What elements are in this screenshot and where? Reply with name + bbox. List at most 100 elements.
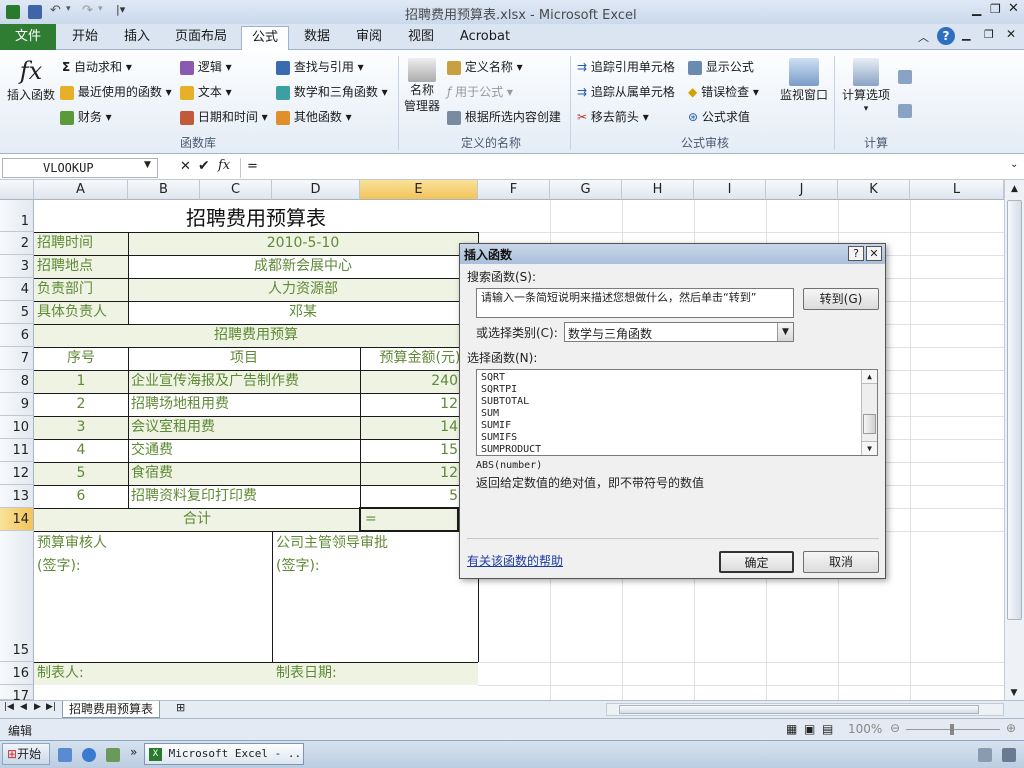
item-amount[interactable]: 12 [362, 462, 458, 484]
help-icon[interactable]: ? [937, 27, 955, 45]
column-header-j[interactable]: J [766, 180, 838, 200]
prev-sheet-icon[interactable]: ◀ [20, 702, 27, 712]
row-header-5[interactable]: 5 [0, 301, 34, 324]
sheet-title[interactable]: 招聘费用预算表 [34, 204, 478, 232]
cell-a4[interactable]: 负责部门 [37, 278, 93, 300]
item-no[interactable]: 6 [34, 485, 128, 507]
row-header-10[interactable]: 10 [0, 416, 34, 439]
define-name-button[interactable]: 定义名称 ▾ [447, 58, 523, 76]
item-amount[interactable]: 240 [362, 370, 458, 392]
insert-function-button[interactable]: fx 插入函数 [4, 56, 58, 112]
close-icon[interactable]: ✕ [1008, 1, 1019, 16]
row-header-17[interactable]: 17 [0, 685, 34, 704]
cell-b5[interactable]: 邓某 [128, 301, 478, 323]
dialog-close-icon[interactable]: ✕ [866, 246, 882, 261]
search-function-input[interactable]: 请输入一条简短说明来描述您想做什么，然后单击“转到” [476, 288, 794, 318]
watch-window-button[interactable]: 监视窗口 [776, 56, 832, 116]
restore-icon[interactable]: ❐ [990, 2, 1001, 16]
function-list[interactable]: SQRT SQRTPI SUBTOTAL SUM SUMIF SUMIFS SU… [476, 369, 878, 456]
excel-app-icon[interactable] [6, 5, 20, 19]
total-label[interactable]: 合计 [34, 508, 360, 530]
dialog-help-icon[interactable]: ? [848, 246, 864, 261]
reviewer-sign[interactable]: (签字): [37, 555, 81, 577]
row-header-4[interactable]: 4 [0, 278, 34, 301]
customize-toolbar-icon[interactable]: |▾ [116, 3, 125, 16]
row-header-13[interactable]: 13 [0, 485, 34, 508]
name-manager-button[interactable]: 名称 管理器 [402, 56, 442, 126]
row-header-11[interactable]: 11 [0, 439, 34, 462]
recent-functions-button[interactable]: 最近使用的函数 ▾ [60, 83, 172, 101]
tray-volume-icon[interactable] [1002, 748, 1016, 762]
cell-b3[interactable]: 成都新会展中心 [128, 255, 478, 277]
text-button[interactable]: 文本 ▾ [180, 83, 232, 101]
tab-data[interactable]: 数据 [294, 26, 340, 50]
cell-e14[interactable]: = [365, 508, 377, 530]
workbook-restore-icon[interactable]: ❐ [984, 28, 994, 41]
item-amount[interactable]: 14 [362, 416, 458, 438]
item-amount[interactable]: 5 [362, 485, 458, 507]
cancel-button[interactable]: 取消 [803, 551, 879, 573]
item-amount[interactable]: 15 [362, 439, 458, 461]
reviewer-label[interactable]: 预算审核人 [37, 532, 107, 554]
item-name[interactable]: 食宿费 [131, 462, 173, 484]
redo-icon[interactable]: ↷ [82, 3, 93, 18]
expand-formula-bar-icon[interactable]: ⌄ [1010, 159, 1018, 170]
use-in-formula-button[interactable]: ƒ 用于公式 ▾ [447, 83, 513, 101]
page-break-view-icon[interactable]: ▤ [822, 722, 833, 736]
column-header-g[interactable]: G [550, 180, 622, 200]
calculate-now-icon[interactable] [898, 70, 912, 84]
preparer-label[interactable]: 制表人: [37, 662, 84, 684]
category-select[interactable]: 数学与三角函数 ▼ [564, 322, 794, 342]
header-no[interactable]: 序号 [34, 347, 128, 369]
show-formulas-button[interactable]: 显示公式 [688, 58, 754, 76]
row-header-2[interactable]: 2 [0, 232, 34, 255]
item-amount[interactable]: 12 [362, 393, 458, 415]
item-no[interactable]: 4 [34, 439, 128, 461]
trace-dependents-button[interactable]: ⇉ 追踪从属单元格 [577, 83, 675, 101]
item-no[interactable]: 3 [34, 416, 128, 438]
column-header-k[interactable]: K [838, 180, 910, 200]
prep-date-label[interactable]: 制表日期: [276, 662, 337, 684]
item-name[interactable]: 交通费 [131, 439, 173, 461]
item-no[interactable]: 5 [34, 462, 128, 484]
row-header-8[interactable]: 8 [0, 370, 34, 393]
tab-view[interactable]: 视图 [398, 26, 444, 50]
tab-review[interactable]: 审阅 [346, 26, 392, 50]
browser-icon[interactable] [82, 748, 96, 762]
row-header-6[interactable]: 6 [0, 324, 34, 347]
formula-input[interactable]: = [240, 158, 1010, 178]
column-header-d[interactable]: D [272, 180, 360, 200]
dialog-title-bar[interactable]: 插入函数 ? ✕ [460, 244, 885, 264]
minimize-ribbon-icon[interactable]: ︿ [918, 29, 929, 45]
list-item[interactable]: SUMIFS [481, 432, 873, 444]
row-header-7[interactable]: 7 [0, 347, 34, 370]
zoom-slider-thumb[interactable] [950, 724, 954, 735]
row-header-12[interactable]: 12 [0, 462, 34, 485]
item-no[interactable]: 1 [34, 370, 128, 392]
row-header-3[interactable]: 3 [0, 255, 34, 278]
item-name[interactable]: 会议室租用费 [131, 416, 215, 438]
calculate-sheet-icon[interactable] [898, 104, 912, 118]
list-item[interactable]: SQRT [481, 372, 873, 384]
create-from-selection-button[interactable]: 根据所选内容创建 [447, 108, 561, 126]
remove-arrows-button[interactable]: ✂ 移去箭头 ▾ [577, 108, 649, 126]
name-box-dropdown-icon[interactable]: ▼ [144, 160, 151, 170]
minimize-icon[interactable]: ▁ [972, 2, 981, 16]
math-button[interactable]: 数学和三角函数 ▾ [276, 83, 388, 101]
normal-view-icon[interactable]: ▦ [786, 722, 797, 736]
tab-insert[interactable]: 插入 [114, 26, 160, 50]
list-scroll-down-icon[interactable]: ▼ [862, 441, 877, 455]
scroll-up-icon[interactable]: ▲ [1005, 180, 1024, 198]
start-button[interactable]: ⊞开始 [2, 743, 50, 765]
quick-launch-icon[interactable] [106, 748, 120, 762]
tray-keyboard-icon[interactable] [978, 748, 992, 762]
item-name[interactable]: 招聘资料复印打印费 [131, 485, 257, 507]
taskbar-excel-button[interactable]: X Microsoft Excel - ... [144, 743, 304, 765]
item-no[interactable]: 2 [34, 393, 128, 415]
name-box[interactable]: VLOOKUP [2, 158, 158, 178]
ok-button[interactable]: 确定 [719, 551, 794, 573]
column-header-b[interactable]: B [128, 180, 200, 200]
evaluate-formula-button[interactable]: ⊛ 公式求值 [688, 108, 750, 126]
column-header-f[interactable]: F [478, 180, 550, 200]
h-scroll-thumb[interactable] [619, 705, 979, 714]
